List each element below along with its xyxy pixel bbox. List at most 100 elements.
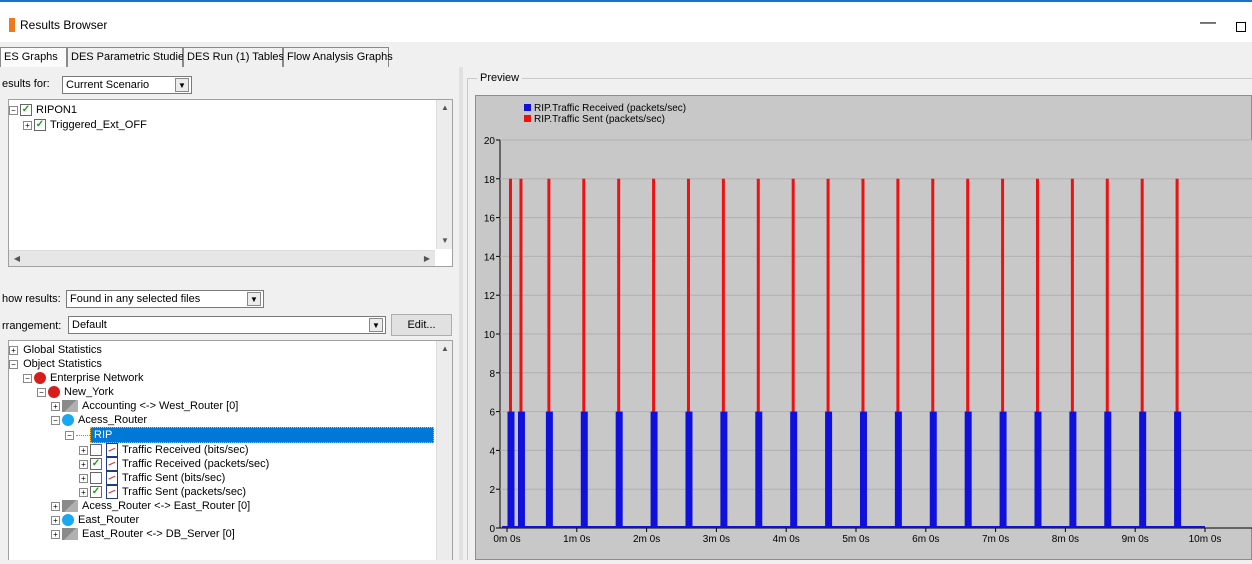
scroll-up-icon[interactable]: ▲ bbox=[437, 100, 452, 116]
expand-icon[interactable]: + bbox=[79, 445, 88, 455]
chevron-down-icon[interactable]: ▼ bbox=[175, 78, 189, 92]
scroll-up-icon[interactable]: ▲ bbox=[437, 341, 452, 357]
expand-icon[interactable]: − bbox=[9, 359, 18, 369]
tab-des-run-tables[interactable]: DES Run (1) Tables bbox=[183, 47, 284, 67]
arrangement-label: rrangement: bbox=[2, 320, 62, 332]
legend-swatch bbox=[524, 115, 531, 122]
y-tick-label: 6 bbox=[489, 408, 495, 419]
tree-item-traffic-received-packets[interactable]: + ✓ Traffic Received (packets/sec) bbox=[79, 457, 270, 472]
y-tick-label: 10 bbox=[484, 330, 496, 341]
checkbox-icon[interactable] bbox=[90, 444, 102, 457]
received-bar bbox=[1034, 411, 1042, 528]
expand-icon[interactable]: + bbox=[9, 345, 18, 355]
checkbox-checked-icon[interactable]: ✓ bbox=[34, 119, 46, 132]
x-tick-label: 4m 0s bbox=[773, 534, 800, 545]
tree-item-traffic-sent-bits[interactable]: + Traffic Sent (bits/sec) bbox=[79, 471, 226, 486]
tree-item-label: Global Statistics bbox=[23, 344, 102, 356]
tree-item-label: Triggered_Ext_OFF bbox=[50, 119, 147, 131]
show-results-select[interactable]: Found in any selected files ▼ bbox=[66, 290, 264, 308]
received-bar bbox=[755, 411, 763, 528]
expand-icon[interactable]: − bbox=[23, 373, 32, 383]
tab-des-graphs[interactable]: ES Graphs bbox=[0, 47, 67, 67]
checkbox-checked-icon[interactable]: ✓ bbox=[90, 458, 102, 471]
scroll-down-icon[interactable]: ▼ bbox=[437, 233, 452, 249]
y-tick-label: 18 bbox=[484, 175, 496, 186]
statistic-icon bbox=[106, 457, 118, 472]
expand-icon[interactable]: + bbox=[79, 473, 88, 483]
files-horizontal-scrollbar[interactable]: ◀ ▶ bbox=[9, 250, 435, 266]
tree-item-acess-router[interactable]: − Acess_Router bbox=[51, 413, 147, 427]
link-icon bbox=[62, 528, 78, 541]
tree-item-label: Traffic Received (bits/sec) bbox=[122, 444, 249, 456]
expand-icon[interactable]: − bbox=[9, 105, 18, 115]
received-bar bbox=[1174, 411, 1182, 528]
scroll-left-icon[interactable]: ◀ bbox=[9, 251, 25, 266]
tree-item-rip[interactable]: − RIP bbox=[65, 427, 435, 443]
files-tree[interactable]: − ✓ RIPON1 + ✓ Triggered_Ext_OFF ▲ ▼ ◀ ▶ bbox=[8, 99, 453, 267]
tree-item-enterprise-network[interactable]: − Enterprise Network bbox=[23, 371, 144, 385]
x-tick-label: 9m 0s bbox=[1122, 534, 1149, 545]
tree-item-east-router[interactable]: + East_Router bbox=[51, 513, 139, 527]
tree-item-acess-router-east-router[interactable]: + Acess_Router <-> East_Router [0] bbox=[51, 499, 250, 513]
statistics-tree[interactable]: + Global Statistics − Object Statistics … bbox=[8, 340, 453, 560]
x-tick-label: 7m 0s bbox=[982, 534, 1009, 545]
chevron-down-icon[interactable]: ▼ bbox=[247, 292, 261, 306]
tree-item-accounting-west-router[interactable]: + Accounting <-> West_Router [0] bbox=[51, 399, 238, 413]
expand-icon[interactable]: + bbox=[51, 401, 60, 411]
minimize-button[interactable]: — bbox=[1200, 14, 1216, 32]
tree-item-label: New_York bbox=[64, 386, 114, 398]
y-tick-label: 8 bbox=[489, 369, 495, 380]
link-icon bbox=[62, 400, 78, 413]
link-icon bbox=[62, 500, 78, 513]
expand-icon[interactable]: + bbox=[79, 459, 88, 469]
checkbox-checked-icon[interactable]: ✓ bbox=[90, 486, 102, 499]
tree-item-ripon1[interactable]: − ✓ RIPON1 bbox=[9, 103, 77, 117]
chevron-down-icon[interactable]: ▼ bbox=[369, 318, 383, 332]
expand-icon[interactable]: − bbox=[65, 430, 74, 440]
tree-item-label: RIPON1 bbox=[36, 104, 77, 116]
files-vertical-scrollbar[interactable]: ▲ ▼ bbox=[436, 100, 452, 249]
tree-item-label: Traffic Received (packets/sec) bbox=[122, 458, 270, 470]
tree-item-object-statistics[interactable]: − Object Statistics bbox=[9, 357, 102, 371]
panel-splitter[interactable] bbox=[459, 67, 463, 560]
tree-item-traffic-sent-packets[interactable]: + ✓ Traffic Sent (packets/sec) bbox=[79, 485, 247, 500]
expand-icon[interactable]: − bbox=[51, 415, 60, 425]
expand-icon[interactable]: + bbox=[23, 120, 32, 130]
received-bar bbox=[859, 411, 867, 528]
legend-label: RIP.Traffic Received (packets/sec) bbox=[534, 103, 686, 114]
received-bar bbox=[507, 411, 515, 528]
scroll-right-icon[interactable]: ▶ bbox=[419, 251, 435, 266]
tree-item-triggered-ext-off[interactable]: + ✓ Triggered_Ext_OFF bbox=[23, 118, 147, 132]
received-bar bbox=[825, 411, 833, 528]
expand-icon[interactable]: + bbox=[51, 501, 60, 511]
statistics-vertical-scrollbar[interactable]: ▲ bbox=[436, 341, 452, 560]
received-bar bbox=[650, 411, 658, 528]
expand-icon[interactable]: − bbox=[37, 387, 46, 397]
expand-icon[interactable]: + bbox=[51, 515, 60, 525]
x-tick-label: 5m 0s bbox=[842, 534, 869, 545]
expand-icon[interactable]: + bbox=[79, 487, 88, 497]
arrangement-select[interactable]: Default ▼ bbox=[68, 316, 386, 334]
tab-flow-analysis-graphs[interactable]: Flow Analysis Graphs bbox=[283, 47, 393, 67]
results-for-select[interactable]: Current Scenario ▼ bbox=[62, 76, 192, 94]
results-for-value: Current Scenario bbox=[66, 79, 150, 91]
tree-item-label: Traffic Sent (bits/sec) bbox=[122, 472, 226, 484]
tree-item-traffic-received-bits[interactable]: + Traffic Received (bits/sec) bbox=[79, 443, 249, 458]
tree-item-label: Traffic Sent (packets/sec) bbox=[122, 486, 247, 498]
left-panel: esults for: Current Scenario ▼ − ✓ RIPON1 … bbox=[0, 67, 459, 560]
tree-item-global-statistics[interactable]: + Global Statistics bbox=[9, 343, 102, 357]
show-results-label: how results: bbox=[2, 293, 61, 305]
tab-des-parametric-studies[interactable]: DES Parametric Studies bbox=[67, 47, 190, 67]
y-tick-label: 14 bbox=[484, 252, 496, 263]
maximize-button[interactable] bbox=[1236, 22, 1246, 32]
checkbox-checked-icon[interactable]: ✓ bbox=[20, 104, 32, 117]
router-icon bbox=[62, 414, 74, 427]
edit-button[interactable]: Edit... bbox=[391, 314, 452, 336]
received-bar bbox=[1139, 411, 1147, 528]
expand-icon[interactable]: + bbox=[51, 529, 60, 539]
tree-item-east-router-db-server[interactable]: + East_Router <-> DB_Server [0] bbox=[51, 527, 235, 541]
tree-item-label: Acess_Router bbox=[78, 414, 148, 426]
checkbox-icon[interactable] bbox=[90, 472, 102, 485]
received-bar bbox=[790, 411, 798, 528]
tree-item-new-york[interactable]: − New_York bbox=[37, 385, 114, 399]
